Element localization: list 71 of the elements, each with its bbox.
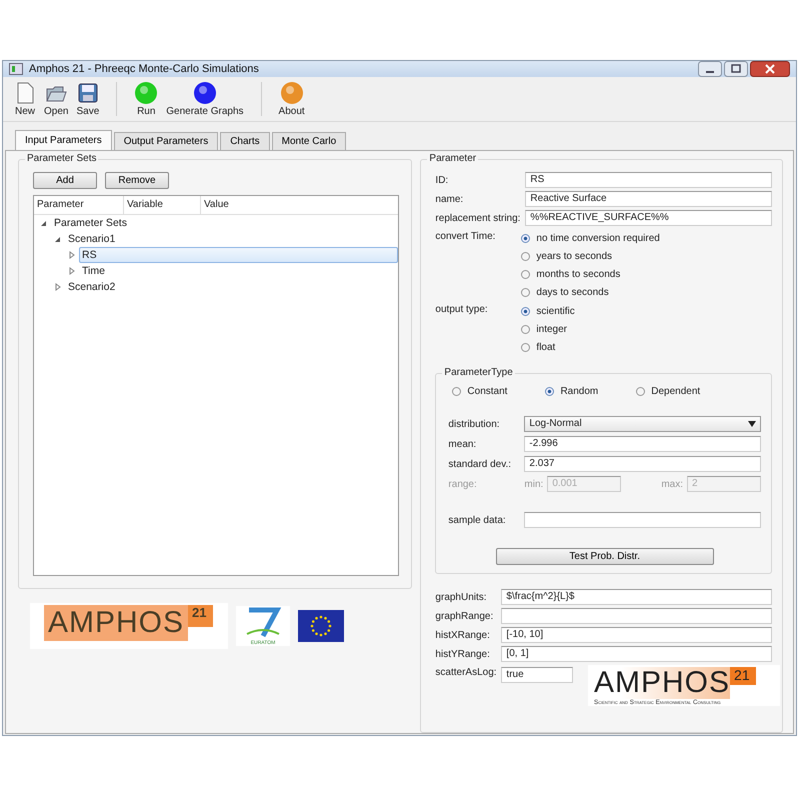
radio-button[interactable]: integer — [521, 322, 575, 336]
tab[interactable]: Input Parameters — [15, 130, 112, 150]
radio-button[interactable]: months to seconds — [521, 267, 660, 281]
toolbar-button[interactable]: Save — [73, 80, 102, 118]
window-title: Amphos 21 - Phreeqc Monte-Carlo Simulations — [29, 63, 259, 75]
input-field[interactable]: -2.996 — [524, 436, 761, 452]
radio-button[interactable]: days to seconds — [521, 285, 660, 299]
input-field[interactable]: RS — [525, 172, 772, 188]
field-label: sample data: — [448, 514, 507, 526]
caret-icon — [748, 421, 756, 427]
field-label: convert Time: — [435, 231, 496, 244]
radio-button[interactable]: Dependent — [636, 384, 700, 398]
toolbar-button[interactable]: Open — [41, 80, 72, 118]
radio-button[interactable]: float — [521, 340, 575, 354]
column-header[interactable]: Value — [201, 196, 284, 214]
field-label: replacement string: — [435, 212, 522, 224]
column-header[interactable]: Variable — [124, 196, 201, 214]
field-label: histXRange: — [435, 630, 491, 640]
field-label: graphUnits: — [435, 592, 488, 602]
field-label: min: — [524, 478, 544, 490]
field-label: distribution: — [448, 418, 501, 430]
column-header[interactable]: Parameter — [34, 196, 124, 214]
field-label: output type: — [435, 304, 489, 317]
group-title: ParameterType — [442, 367, 515, 378]
tree-item[interactable]: Scenario1 — [65, 231, 118, 247]
radio-button[interactable]: years to seconds — [521, 249, 660, 263]
input-field[interactable]: 2.037 — [524, 456, 761, 472]
tab[interactable]: Output Parameters — [114, 132, 218, 150]
app-icon — [9, 63, 23, 75]
field-label: range: — [448, 478, 478, 490]
close-icon[interactable] — [750, 61, 790, 77]
field-label: standard dev.: — [448, 458, 512, 470]
toolbar-button[interactable]: About — [276, 80, 308, 118]
tree-item[interactable]: Time — [79, 263, 108, 279]
field-label: mean: — [448, 438, 478, 450]
input-field[interactable]: Reactive Surface — [525, 191, 772, 207]
dropdown[interactable]: Log-Normal — [524, 416, 761, 432]
radio-button[interactable]: no time conversion required — [521, 231, 660, 245]
tab[interactable]: Monte Carlo — [272, 132, 346, 150]
field-label: max: — [661, 478, 683, 490]
toolbar-button[interactable]: New — [11, 80, 39, 118]
field-label: scatterAsLog: — [435, 667, 498, 678]
group-title: Parameter Sets — [25, 153, 98, 164]
tree-item[interactable]: Scenario2 — [65, 279, 118, 295]
maximize-icon[interactable] — [724, 61, 748, 77]
push-button[interactable]: Add — [33, 172, 97, 189]
field-label: name: — [435, 194, 464, 204]
input-field[interactable]: [0, 1] — [501, 646, 772, 662]
radio-button[interactable]: Constant — [452, 384, 508, 398]
tree-item[interactable]: Parameter Sets — [51, 215, 130, 231]
tab[interactable]: Charts — [220, 132, 270, 150]
input-field[interactable] — [524, 512, 761, 528]
field-label: histYRange: — [435, 648, 491, 660]
radio-button[interactable]: Random — [545, 384, 598, 398]
test-button[interactable]: Test Prob. Distr. — [496, 548, 714, 565]
eu-flag-icon — [298, 610, 344, 642]
input-field[interactable]: %%REACTIVE_SURFACE%% — [525, 210, 772, 226]
input-field[interactable]: [-10, 10] — [501, 627, 772, 643]
input-field[interactable]: $\frac{m^2}{L}$ — [501, 589, 772, 605]
field-label: ID: — [435, 174, 450, 186]
radio-button[interactable]: scientific — [521, 304, 575, 318]
push-button[interactable]: Remove — [105, 172, 169, 189]
minimize-icon[interactable] — [698, 61, 722, 77]
input-field[interactable]: true — [501, 667, 574, 683]
input-field[interactable] — [501, 608, 772, 624]
amphos-logo: AMPHOS 21 — [30, 603, 228, 649]
group-title: Parameter — [427, 153, 478, 164]
toolbar-button[interactable]: Generate Graphs — [163, 80, 247, 118]
tree-item[interactable]: RS — [79, 247, 398, 263]
field-label: graphRange: — [435, 610, 494, 622]
toolbar-button[interactable]: Run — [131, 80, 162, 118]
